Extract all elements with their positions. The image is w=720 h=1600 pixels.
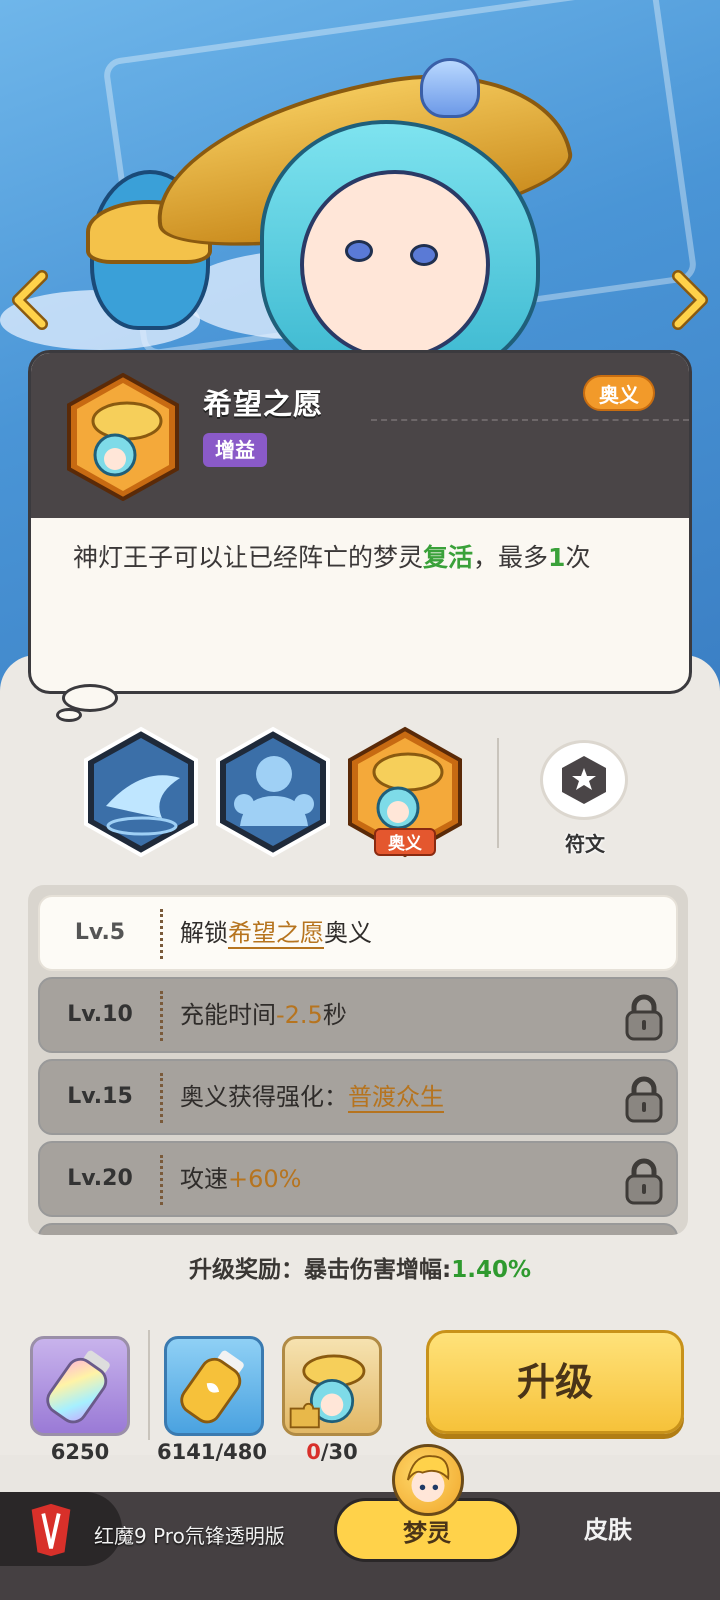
level-row-partial (38, 1223, 678, 1235)
level-row: Lv.20 攻速+60% (38, 1141, 678, 1217)
gold-bottle-icon (180, 1350, 244, 1424)
level-bonus-list[interactable]: Lv.5 解锁希望之愿奥义 Lv.10 充能时间-2.5秒 Lv.15 奥义获得… (28, 885, 688, 1235)
divider (371, 419, 689, 421)
level-bonus-text: 解锁希望之愿奥义 (180, 919, 372, 947)
prev-character-button[interactable] (10, 270, 50, 330)
chevron-left-icon (12, 270, 48, 330)
hexagon-star-icon (562, 756, 606, 804)
upgrade-button[interactable]: 升级 (426, 1330, 684, 1434)
dotted-separator (160, 1073, 163, 1123)
rainbow-bottle-icon (46, 1350, 110, 1424)
avatar (392, 1444, 464, 1516)
level-label: Lv.10 (67, 1002, 133, 1027)
level-bonus-text: 充能时间-2.5秒 (180, 1001, 347, 1029)
level-label: Lv.20 (67, 1166, 133, 1191)
skill-title: 希望之愿 (203, 387, 324, 421)
lock-icon (624, 1075, 664, 1123)
level-row: Lv.10 充能时间-2.5秒 (38, 977, 678, 1053)
divider (148, 1330, 150, 1440)
ult-tag: 奥义 (583, 375, 655, 411)
thought-bubble-small (56, 708, 82, 722)
level-bonus-text: 攻速+60% (180, 1165, 302, 1193)
gold-bottle-count: 6141/480 (157, 1440, 267, 1464)
chevron-right-icon (672, 270, 708, 330)
level-row: Lv.15 奥义获得强化：普渡众生 (38, 1059, 678, 1135)
blond-hero-avatar-icon (406, 1455, 450, 1502)
level-bonus-text: 奥义获得强化：普渡众生 (180, 1083, 444, 1111)
genie-eye (345, 240, 373, 262)
genie-muscle-icon (216, 726, 330, 858)
rune-button[interactable]: 符文 (540, 740, 630, 860)
tab-skin[interactable]: 皮肤 (538, 1498, 678, 1562)
red-magic-logo-icon (31, 1503, 71, 1557)
lamp-lid-icon (420, 58, 480, 118)
rainbow-bottle-item[interactable] (30, 1336, 130, 1436)
device-watermark: 红魔9 Pro氘锋透明版 (94, 1524, 285, 1548)
divider (497, 738, 499, 848)
rainbow-bottle-count: 6250 (50, 1440, 110, 1464)
next-character-button[interactable] (670, 270, 710, 330)
lock-icon (624, 993, 664, 1041)
dotted-separator (160, 1155, 163, 1205)
skill-card-header: 希望之愿 增益 奥义 (31, 353, 689, 518)
skill-slot-1[interactable] (82, 726, 200, 858)
genie-prince-face (300, 170, 490, 360)
genie-fragment-item[interactable] (282, 1336, 382, 1436)
skill-tooltip-card: 希望之愿 增益 奥义 神灯王子可以让已经阵亡的梦灵复活，最多1次 (28, 350, 692, 694)
buff-tag: 增益 (203, 433, 267, 467)
lock-icon (624, 1157, 664, 1205)
skill-ult-icon (65, 372, 181, 502)
genie-eye (410, 244, 438, 266)
flying-genie-icon (84, 726, 198, 858)
skill-description: 神灯王子可以让已经阵亡的梦灵复活，最多1次 (73, 543, 591, 572)
dotted-separator (160, 909, 163, 959)
skill-slot-ult[interactable]: 奥义 (346, 726, 464, 858)
rune-label: 符文 (565, 832, 605, 856)
genie-fragment-icon (289, 1354, 366, 1429)
level-label: Lv.5 (74, 920, 126, 945)
skill-slot-2[interactable] (214, 726, 332, 858)
gold-bottle-item[interactable] (164, 1336, 264, 1436)
genie-fragment-count: 0/30 (306, 1440, 358, 1464)
level-row: Lv.5 解锁希望之愿奥义 (38, 895, 678, 971)
upgrade-reward: 升级奖励：暴击伤害增幅:1.40% (189, 1257, 531, 1283)
level-label: Lv.15 (67, 1084, 133, 1109)
ult-badge: 奥义 (374, 828, 436, 856)
dotted-separator (160, 991, 163, 1041)
